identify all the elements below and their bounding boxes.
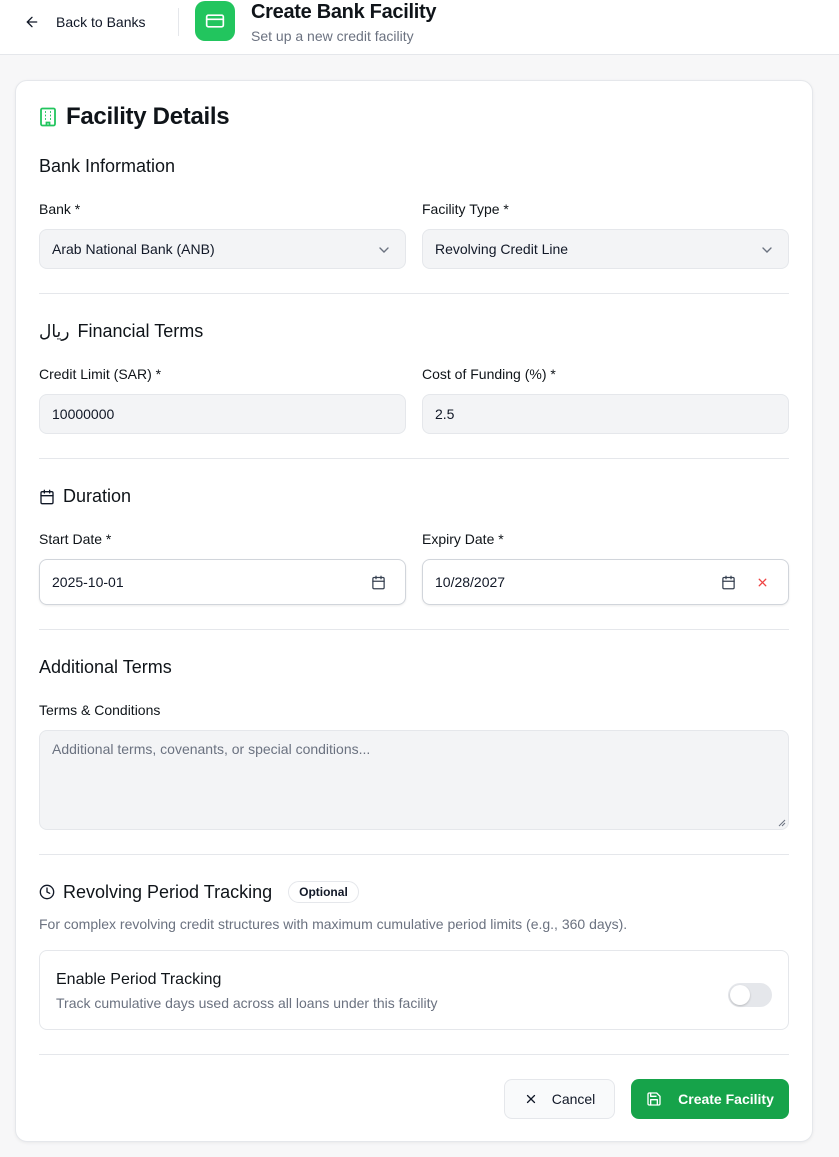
calendar-icon[interactable]	[371, 575, 386, 590]
additional-terms-heading: Additional Terms	[39, 657, 172, 678]
clock-icon	[39, 884, 55, 900]
calendar-icon[interactable]	[721, 575, 736, 590]
divider	[39, 293, 789, 294]
optional-badge: Optional	[288, 881, 359, 903]
create-facility-button[interactable]: Create Facility	[631, 1079, 789, 1119]
page-title: Create Bank Facility	[251, 1, 437, 23]
bank-select-value: Arab National Bank (ANB)	[52, 241, 215, 257]
divider	[39, 629, 789, 630]
financial-terms-heading: ريال Financial Terms	[39, 321, 203, 342]
back-to-banks-button[interactable]: Back to Banks	[24, 10, 146, 34]
credit-limit-value: 10000000	[52, 406, 115, 422]
arrow-left-icon	[26, 16, 38, 28]
divider	[39, 854, 789, 855]
page-subtitle: Set up a new credit facility	[251, 28, 414, 44]
bank-info-heading: Bank Information	[39, 156, 175, 177]
period-tracking-desc: Track cumulative days used across all lo…	[56, 995, 438, 1011]
expiry-date-value: 10/28/2027	[435, 574, 506, 590]
facility-type-select[interactable]: Revolving Credit Line	[422, 229, 789, 269]
terms-textarea[interactable]: Additional terms, covenants, or special …	[39, 730, 789, 830]
bank-info-title: Bank Information	[39, 156, 176, 176]
duration-heading: Duration	[39, 486, 131, 507]
chevron-down-icon	[762, 247, 772, 253]
back-label: Back to Banks	[56, 14, 146, 30]
revolving-title: Revolving Period Tracking	[63, 881, 273, 902]
terms-placeholder: Additional terms, covenants, or special …	[52, 741, 371, 757]
card-title: Facility Details	[39, 103, 230, 131]
cost-of-funding-label: Cost of Funding (%) *	[422, 366, 556, 382]
credit-card-icon	[195, 1, 235, 41]
divider	[39, 458, 789, 459]
riyal-icon: ريال	[39, 321, 70, 342]
facility-details-card: Facility Details Bank Information Bank *…	[15, 80, 813, 1142]
expiry-date-label: Expiry Date *	[422, 531, 504, 547]
expiry-date-input[interactable]: 10/28/2027	[422, 559, 789, 605]
calendar-icon	[40, 489, 54, 504]
cancel-label: Cancel	[551, 1091, 596, 1107]
bank-select[interactable]: Arab National Bank (ANB)	[39, 229, 406, 269]
revolving-description: For complex revolving credit structures …	[39, 916, 628, 932]
financial-terms-title: Financial Terms	[77, 321, 204, 341]
header-divider	[178, 8, 179, 36]
facility-type-label: Facility Type *	[422, 201, 509, 217]
duration-title: Duration	[63, 486, 132, 506]
facility-type-value: Revolving Credit Line	[435, 241, 569, 257]
cost-of-funding-value: 2.5	[435, 406, 455, 422]
create-facility-label: Create Facility	[678, 1091, 774, 1107]
resize-grip-icon[interactable]	[778, 819, 786, 827]
credit-limit-label: Credit Limit (SAR) *	[39, 366, 162, 382]
bank-label: Bank *	[39, 201, 81, 217]
revolving-heading: Revolving Period Tracking Optional	[39, 881, 359, 903]
card-title-text: Facility Details	[66, 103, 230, 130]
chevron-down-icon	[379, 247, 389, 253]
close-icon	[526, 1094, 535, 1104]
building-icon	[40, 107, 56, 127]
credit-limit-input[interactable]: 10000000	[39, 394, 406, 434]
cancel-button[interactable]: Cancel	[504, 1079, 615, 1119]
period-tracking-toggle[interactable]	[728, 983, 772, 1007]
period-tracking-box: Enable Period Tracking Track cumulative …	[39, 950, 789, 1030]
terms-label: Terms & Conditions	[39, 702, 161, 718]
cost-of-funding-input[interactable]: 2.5	[422, 394, 789, 434]
additional-terms-title: Additional Terms	[39, 657, 172, 677]
save-icon	[647, 1092, 661, 1106]
divider	[39, 1054, 789, 1055]
start-date-value: 2025-10-01	[52, 574, 124, 590]
start-date-input[interactable]: 2025-10-01	[39, 559, 406, 605]
start-date-label: Start Date *	[39, 531, 112, 547]
toggle-knob	[730, 985, 750, 1005]
period-tracking-title: Enable Period Tracking	[56, 971, 222, 988]
top-bar: Back to Banks Create Bank Facility Set u…	[0, 0, 839, 55]
clear-icon[interactable]	[756, 576, 769, 589]
